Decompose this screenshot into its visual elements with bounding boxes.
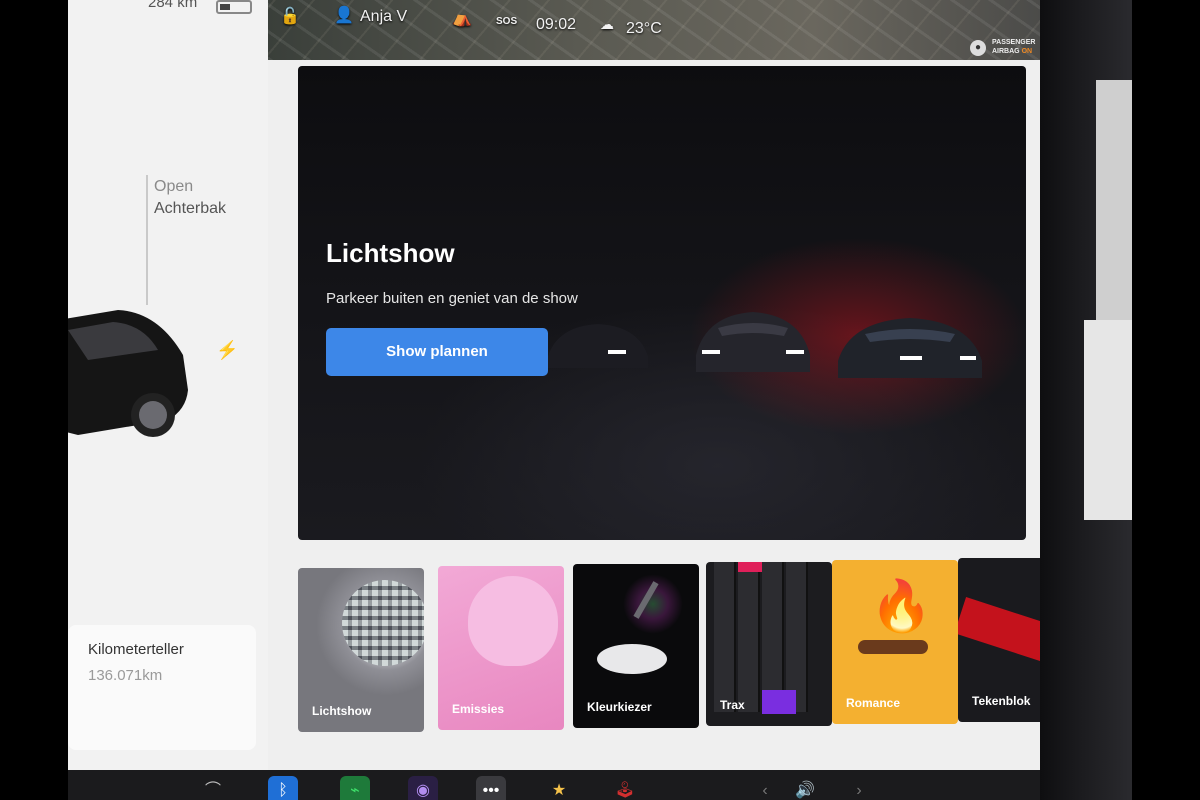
hero-car-image-center: [696, 312, 810, 372]
odometer-title: Kilometerteller: [88, 641, 184, 658]
trax-note-pink: [738, 562, 762, 572]
tile-label: Kleurkiezer: [587, 700, 652, 714]
hero-subtitle: Parkeer buiten en geniet van de show: [326, 290, 578, 307]
more-icon[interactable]: •••: [476, 776, 506, 800]
airbag-state: ON: [1021, 48, 1033, 55]
car-image: [68, 310, 188, 437]
schedule-show-button[interactable]: Show plannen: [326, 328, 548, 376]
photo-border-right: [1132, 0, 1200, 800]
lightshow-hero-card: Lichtshow Parkeer buiten en geniet van d…: [298, 66, 1026, 540]
vehicle-panel: 284 km Open Achterbak ⚡ Kilometerteller …: [68, 0, 268, 770]
charge-port-icon[interactable]: ⚡: [216, 340, 238, 361]
airbag-label-line2: AIRBAG: [992, 48, 1020, 55]
volume-icon[interactable]: 🔊: [790, 776, 820, 800]
arcade-icon[interactable]: 🕹: [610, 776, 640, 800]
trax-note-purple: [762, 690, 796, 714]
wiper-icon[interactable]: ⌒: [198, 776, 228, 800]
tile-lichtshow[interactable]: Lichtshow: [298, 568, 424, 732]
toybox-icon[interactable]: ★: [544, 776, 574, 800]
tile-kleurkiezer[interactable]: Kleurkiezer: [573, 564, 699, 728]
campfire-icon[interactable]: ⛺: [452, 8, 472, 28]
sketch-car-icon: [958, 597, 1048, 661]
tile-label: Emissies: [452, 702, 505, 716]
sos-button[interactable]: SOS: [496, 16, 517, 27]
energy-icon[interactable]: ⌁: [340, 776, 370, 800]
lock-icon[interactable]: 🔓: [280, 6, 300, 26]
cloud-icon: [468, 576, 558, 666]
bottom-dock: ⌒ ᛒ ⌁ ◉ ••• ★ 🕹 ‹ 🔊 ›: [68, 770, 1048, 800]
odometer-unit: km: [142, 667, 163, 684]
trunk-open-action[interactable]: Open: [154, 178, 193, 196]
photo-border-left: [0, 0, 68, 800]
disco-ball-icon: [342, 580, 424, 666]
tile-tekenblok[interactable]: Tekenblok: [958, 558, 1048, 722]
touchscreen: 284 km Open Achterbak ⚡ Kilometerteller …: [68, 0, 1048, 800]
bluetooth-icon[interactable]: ᛒ: [268, 776, 298, 800]
hero-car-image-right: [838, 318, 982, 378]
tile-trax[interactable]: Trax: [706, 562, 832, 726]
tile-emissies[interactable]: Emissies: [438, 566, 564, 730]
odometer-number: 136.071: [88, 667, 143, 684]
status-bar: 🔓 👤 Anja V ⛺ SOS 09:02 ☁ 23°C ● PASSENGE…: [268, 0, 1048, 60]
tile-label: Tekenblok: [972, 694, 1031, 708]
airbag-label-line1: PASSENGER: [992, 39, 1036, 46]
user-name[interactable]: Anja V: [360, 8, 407, 26]
next-icon[interactable]: ›: [844, 776, 874, 800]
user-icon[interactable]: 👤: [334, 5, 354, 25]
screen-bezel: [1040, 0, 1132, 800]
tile-label: Lichtshow: [312, 704, 372, 718]
range-readout: 284 km: [148, 0, 198, 11]
fire-icon: 🔥: [870, 578, 933, 634]
airbag-icon: ●: [970, 40, 986, 56]
car-model-icon: [597, 644, 667, 674]
clock: 09:02: [536, 16, 577, 33]
hero-title: Lichtshow: [326, 238, 455, 268]
trunk-label[interactable]: Achterbak: [154, 200, 226, 218]
weather-icon: ☁: [600, 16, 614, 32]
tile-romance[interactable]: 🔥 Romance: [832, 560, 958, 724]
camera-icon[interactable]: ◉: [408, 776, 438, 800]
passenger-airbag-status: ● PASSENGER AIRBAG ON: [970, 36, 1048, 60]
tile-label: Trax: [720, 698, 745, 712]
odometer-card: Kilometerteller 136.071km: [68, 625, 256, 750]
battery-icon: [216, 0, 252, 14]
outside-temperature: 23°C: [626, 20, 662, 37]
trunk-indicator-line: [146, 175, 148, 305]
hero-car-image-left: [548, 324, 648, 368]
tile-label: Romance: [846, 696, 901, 710]
prev-icon[interactable]: ‹: [750, 776, 780, 800]
app-tiles-row: Lichtshow Emissies Kleurkiezer Trax 🔥 Ro…: [298, 558, 1048, 738]
odometer-value: 136.071km: [88, 667, 162, 684]
